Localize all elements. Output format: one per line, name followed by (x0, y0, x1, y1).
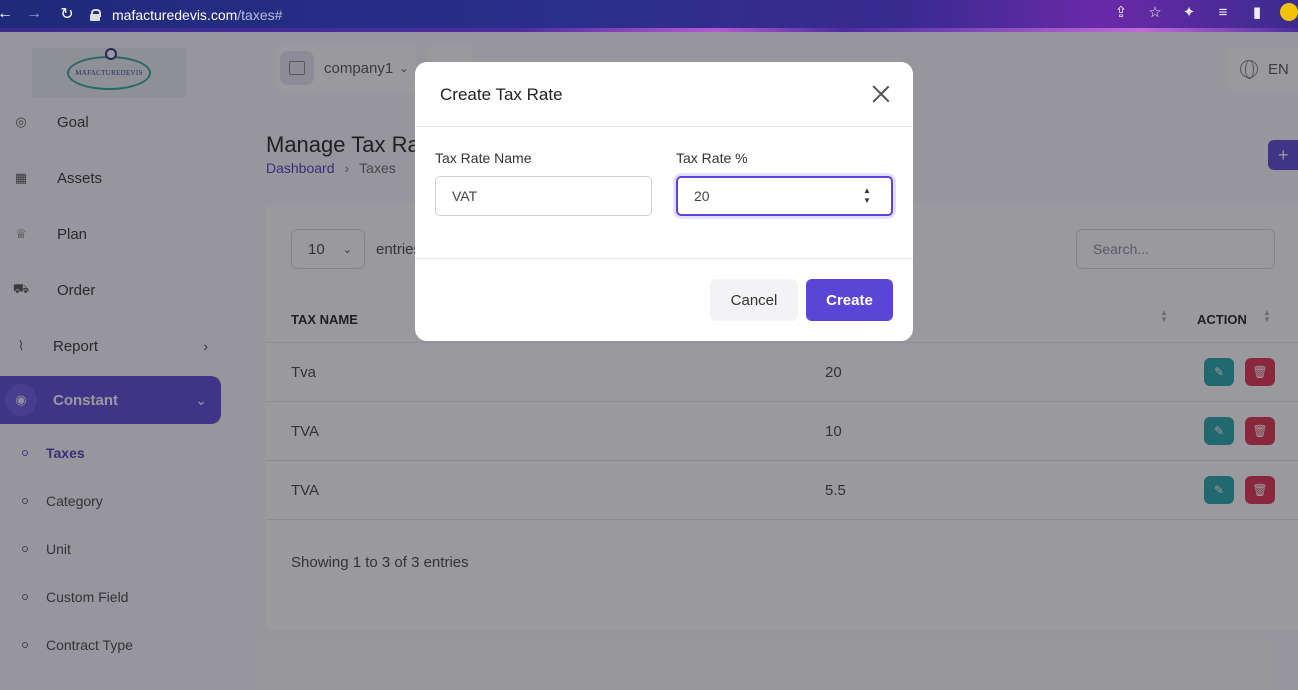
lock-icon (90, 9, 101, 21)
address-bar[interactable]: mafacturedevis.com/taxes# (90, 5, 282, 25)
tax-rate-name-input[interactable] (435, 176, 652, 216)
share-icon[interactable]: ⇪ (1110, 3, 1132, 21)
browser-actions: ⇪ ☆ ✦ ≡ ▮ (1110, 3, 1298, 21)
star-icon[interactable]: ☆ (1144, 3, 1166, 21)
modal-divider (415, 258, 913, 259)
reading-list-icon[interactable]: ≡ (1212, 4, 1234, 21)
number-stepper-icon[interactable]: ▲ ▼ (862, 186, 872, 206)
url-path: /taxes# (237, 7, 283, 23)
create-tax-rate-modal: Create Tax Rate Tax Rate Name Tax Rate %… (415, 62, 913, 341)
forward-icon[interactable]: → (23, 5, 45, 23)
modal-header: Create Tax Rate (415, 62, 913, 127)
browser-toolbar: ← → ↻ mafacturedevis.com/taxes# ⇪ ☆ ✦ ≡ … (0, 0, 1298, 30)
close-icon[interactable] (871, 84, 891, 104)
url-host: mafacturedevis.com (112, 7, 238, 23)
side-panel-icon[interactable]: ▮ (1246, 3, 1268, 21)
profile-avatar[interactable] (1280, 3, 1298, 21)
tax-rate-percent-input[interactable] (676, 176, 893, 216)
cancel-button[interactable]: Cancel (710, 279, 798, 321)
back-icon[interactable]: ← (0, 5, 16, 23)
extensions-icon[interactable]: ✦ (1178, 3, 1200, 21)
reload-icon[interactable]: ↻ (56, 4, 78, 24)
tax-rate-percent-label: Tax Rate % (676, 150, 748, 166)
tax-rate-name-label: Tax Rate Name (435, 150, 532, 166)
create-button[interactable]: Create (806, 279, 893, 321)
modal-title: Create Tax Rate (440, 85, 563, 104)
